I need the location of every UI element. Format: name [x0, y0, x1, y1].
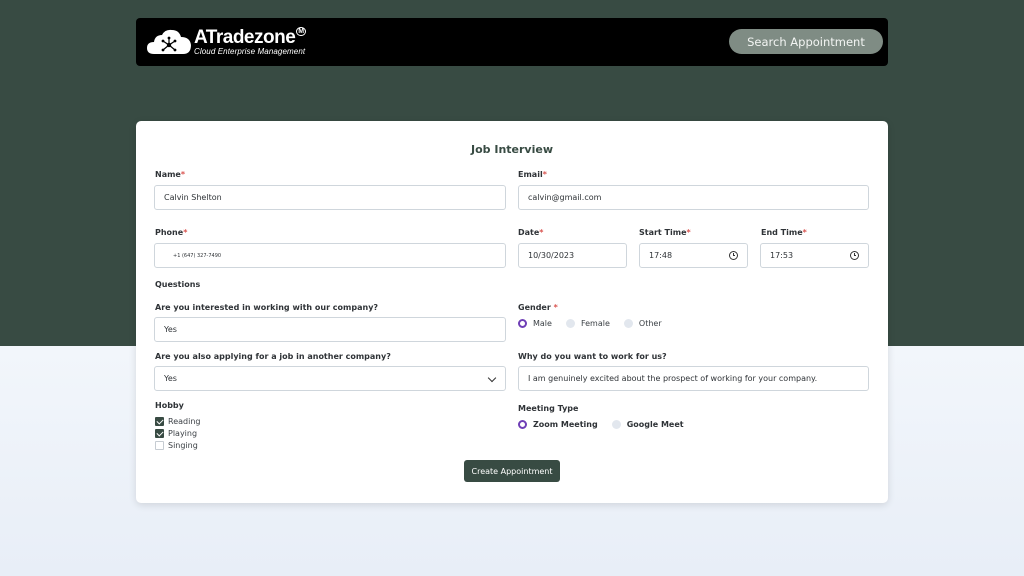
email-input[interactable]: calvin@gmail.com — [518, 185, 869, 210]
other-company-select[interactable]: Yes — [154, 366, 506, 391]
meeting-option-label: Zoom Meeting — [533, 420, 598, 429]
gender-radio-female[interactable] — [565, 319, 575, 328]
start-time-input[interactable]: 17:48 — [639, 243, 748, 268]
logo-tagline: Cloud Enterprise Management — [194, 47, 306, 56]
gender-option-label: Female — [580, 319, 610, 328]
other-company-question-label: Are you also applying for a job in anoth… — [155, 352, 391, 361]
hobby-singing-row[interactable]: Singing — [155, 441, 198, 450]
meeting-radio-google-meet[interactable] — [611, 420, 621, 429]
hobby-label: Hobby — [155, 401, 184, 410]
interested-question-label: Are you interested in working with our c… — [155, 303, 379, 312]
phone-label: Phone* — [155, 228, 188, 237]
hobby-reading-row[interactable]: Reading — [155, 417, 200, 426]
search-appointment-button[interactable]: Search Appointment — [729, 29, 883, 54]
meeting-option-label: Google Meet — [626, 420, 684, 429]
logo-text: ATradezone M Cloud Enterprise Management — [194, 27, 306, 56]
logo-wordmark: ATradezone M — [194, 27, 306, 48]
name-input[interactable]: Calvin Shelton — [154, 185, 506, 210]
hobby-option-label: Singing — [168, 441, 198, 450]
create-appointment-button[interactable]: Create Appointment — [464, 460, 560, 482]
gender-option-label: Male — [533, 319, 552, 328]
hobby-reading-checkbox[interactable] — [155, 417, 164, 426]
why-answer-input[interactable]: I am genuinely excited about the prospec… — [518, 366, 869, 391]
why-question-label: Why do you want to work for us? — [518, 352, 667, 361]
gender-radio-group: Male Female Other — [518, 319, 676, 328]
start-time-value: 17:48 — [649, 251, 673, 260]
date-label: Date* — [518, 228, 544, 237]
name-label: Name* — [155, 170, 186, 179]
hobby-playing-checkbox[interactable] — [155, 429, 164, 438]
logo-trademark: M — [296, 27, 306, 36]
meeting-radio-zoom[interactable] — [518, 420, 527, 429]
questions-heading: Questions — [155, 280, 201, 289]
other-company-selected-value: Yes — [164, 374, 177, 383]
gender-label: Gender * — [518, 303, 558, 312]
end-time-value: 17:53 — [770, 251, 794, 260]
clock-icon[interactable] — [729, 251, 738, 260]
top-header-bar: ATradezone M Cloud Enterprise Management … — [136, 18, 888, 66]
cloud-logo-icon — [147, 29, 191, 54]
end-time-label: End Time* — [761, 228, 807, 237]
meeting-type-radio-group: Zoom Meeting Google Meet — [518, 420, 698, 429]
interested-answer-input[interactable]: Yes — [154, 317, 506, 342]
date-input[interactable]: 10/30/2023 — [518, 243, 627, 268]
job-interview-form-card: Job Interview Name* Calvin Shelton Email… — [136, 121, 888, 503]
gender-option-label: Other — [638, 319, 662, 328]
email-label: Email* — [518, 170, 547, 179]
clock-icon[interactable] — [850, 251, 859, 260]
start-time-label: Start Time* — [639, 228, 691, 237]
hobby-playing-row[interactable]: Playing — [155, 429, 197, 438]
gender-radio-male[interactable] — [518, 319, 527, 328]
gender-radio-other[interactable] — [623, 319, 633, 328]
hobby-option-label: Reading — [168, 417, 201, 426]
brand-logo[interactable]: ATradezone M Cloud Enterprise Management — [146, 26, 306, 58]
chevron-down-icon[interactable] — [487, 373, 497, 383]
hobby-singing-checkbox[interactable] — [155, 441, 164, 450]
meeting-type-label: Meeting Type — [518, 404, 579, 413]
phone-input[interactable]: +1 (647) 327-7490 — [154, 243, 506, 268]
hobby-option-label: Playing — [168, 429, 198, 438]
end-time-input[interactable]: 17:53 — [760, 243, 869, 268]
form-title: Job Interview — [471, 143, 553, 156]
